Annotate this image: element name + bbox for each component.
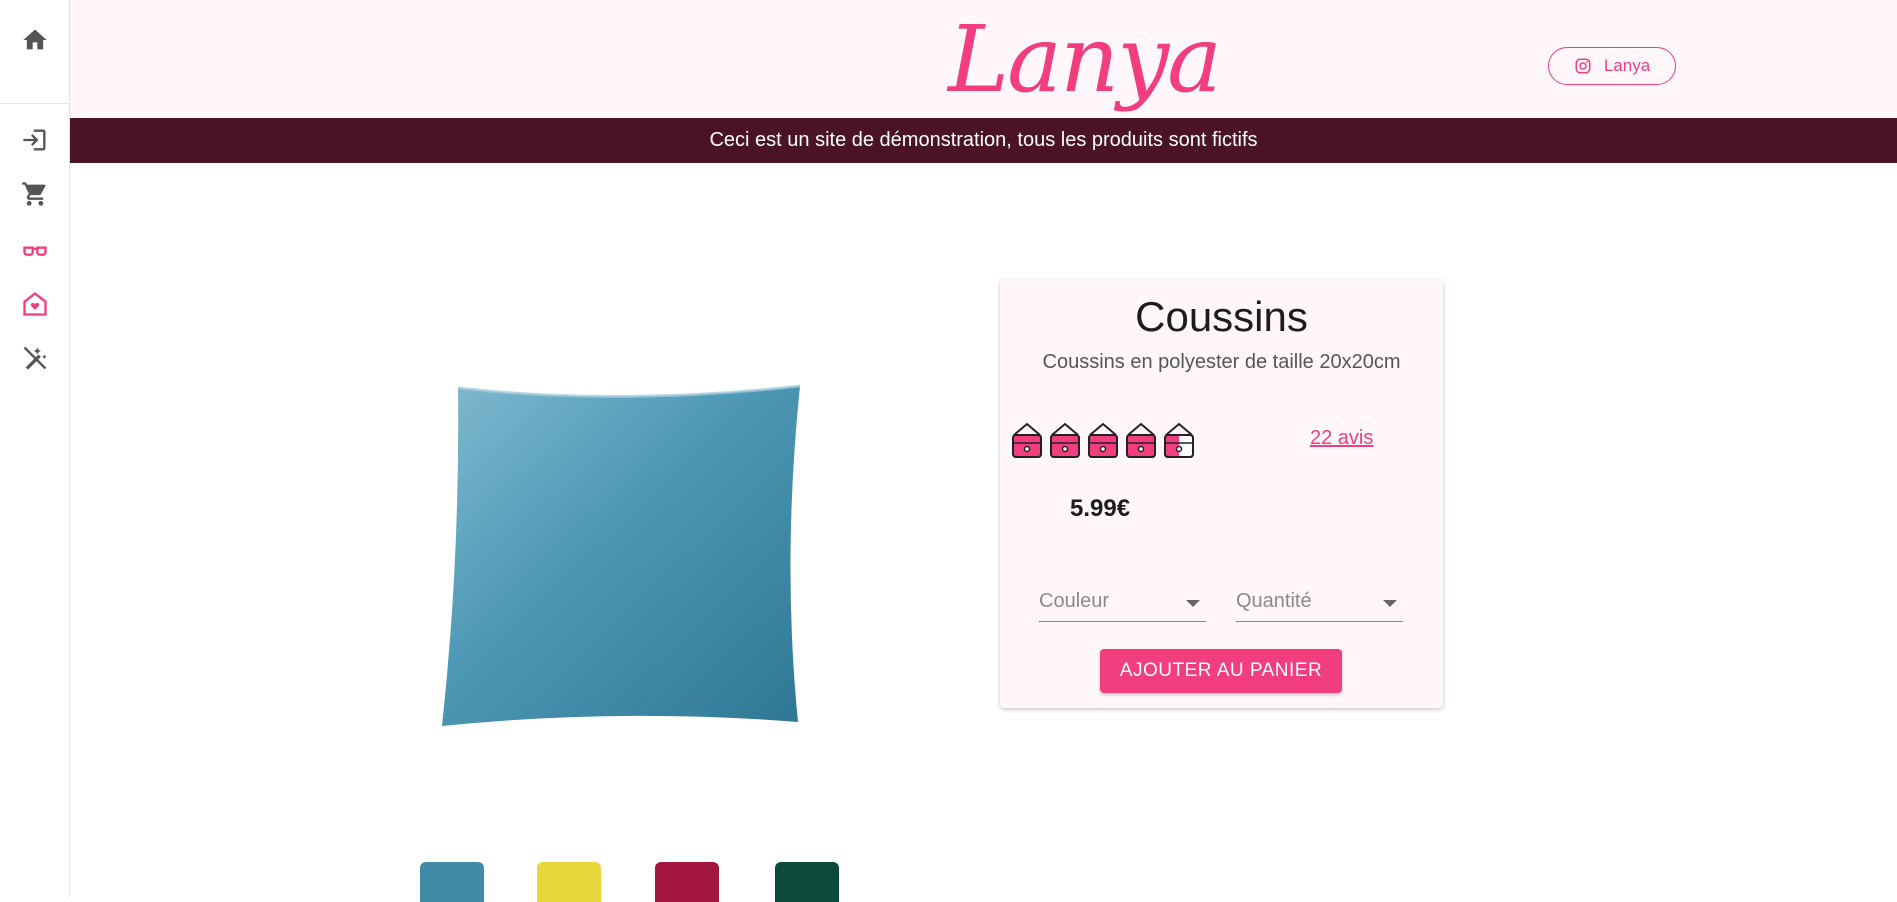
sidebar-home-section [0,0,70,104]
color-select[interactable]: Couleur [1039,584,1206,622]
instagram-icon [1575,58,1591,74]
instagram-button[interactable]: Lanya [1548,47,1676,85]
sidebar-item-glasses[interactable] [17,232,53,268]
rating-bag-icon [1088,422,1118,458]
rating-bag-icon [1050,422,1080,458]
add-to-cart-button[interactable]: AJOUTER AU PANIER [1100,649,1342,693]
quantity-select[interactable]: Quantité [1236,584,1403,622]
sidebar-item-beauty[interactable] [17,340,53,376]
thumbnail-strip [415,862,855,902]
sidebar [0,0,70,898]
demo-banner-text: Ceci est un site de démonstration, tous … [709,129,1258,151]
thumbnail-blue[interactable] [420,862,484,902]
glasses-icon [23,246,47,256]
brand-logo[interactable]: Lanya [948,2,1222,118]
product-price: 5.99€ [1070,495,1131,522]
product-title: Coussins [1135,293,1308,340]
magic-off-icon [23,346,47,370]
instagram-label: Lanya [1603,56,1651,75]
home-icon [23,29,47,50]
rating-bag-icon [1164,422,1194,458]
house-heart-icon [23,292,47,316]
rating-bag-icon [1012,422,1042,458]
login-icon [23,129,46,151]
header: Lanya Lanya [70,0,1897,118]
rating-bags [1010,419,1196,461]
thumbnail-red[interactable] [655,862,719,902]
rating-bag-icon [1126,422,1156,458]
sidebar-item-cart[interactable] [17,176,53,212]
quantity-select-label: Quantité [1236,590,1312,612]
chevron-down-icon [1186,600,1200,607]
product-image [442,384,801,726]
color-select-label: Couleur [1039,590,1110,612]
reviews-link[interactable]: 22 avis [1310,427,1373,450]
sidebar-item-login[interactable] [17,122,53,158]
chevron-down-icon [1383,600,1397,607]
sidebar-item-home-deco[interactable] [17,286,53,322]
product-description: Coussins en polyester de taille 20x20cm [1042,351,1401,373]
demo-banner: Ceci est un site de démonstration, tous … [70,118,1897,163]
product-card: Coussins Coussins en polyester de taille… [1000,279,1443,708]
thumbnail-green[interactable] [775,862,839,902]
home-button[interactable] [17,22,53,58]
cart-icon [22,182,46,206]
thumbnail-yellow[interactable] [537,862,601,902]
